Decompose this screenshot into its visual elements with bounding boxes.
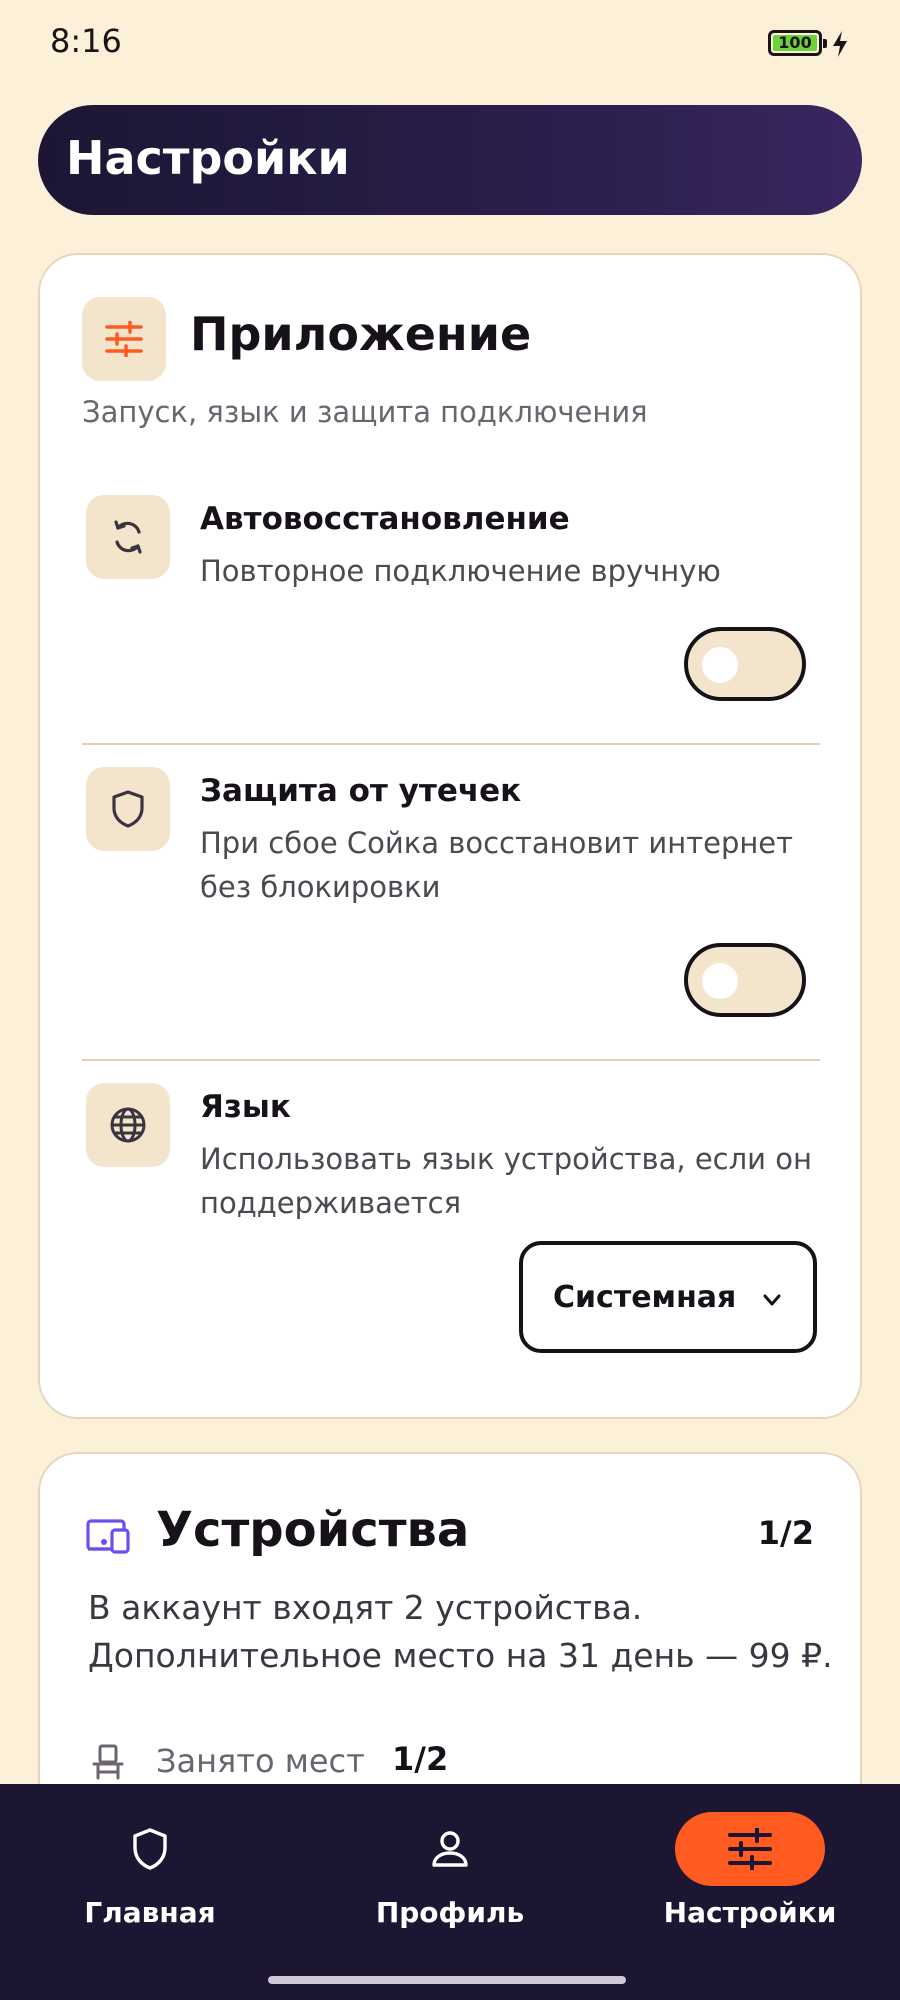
divider	[82, 1059, 820, 1061]
nav-item-settings[interactable]: Настройки	[600, 1784, 900, 1964]
auto-reconnect-toggle[interactable]	[684, 627, 806, 701]
auto-reconnect-description: Повторное подключение вручную	[200, 554, 721, 588]
sliders-icon	[82, 297, 166, 381]
chevron-down-icon	[763, 1294, 781, 1306]
person-icon	[375, 1812, 525, 1886]
bottom-nav: Главная Профиль Настройки	[0, 1784, 900, 2000]
page-title: Настройки	[66, 131, 350, 185]
nav-item-home[interactable]: Главная	[0, 1784, 300, 1964]
nav-item-profile[interactable]: Профиль	[300, 1784, 600, 1964]
shield-icon	[86, 767, 170, 851]
charging-icon	[833, 31, 847, 57]
status-time: 8:16	[50, 22, 122, 60]
nav-label-settings: Настройки	[663, 1896, 837, 1929]
slots-label: Занято мест	[156, 1742, 365, 1780]
language-title: Язык	[200, 1089, 291, 1125]
shield-icon	[75, 1812, 225, 1886]
slots-value: 1/2	[392, 1740, 449, 1778]
home-indicator[interactable]	[268, 1976, 626, 1984]
language-select-value: Системная	[553, 1280, 737, 1315]
devices-count: 1/2	[757, 1514, 814, 1552]
devices-title: Устройства	[156, 1502, 470, 1558]
leak-protection-title: Защита от утечек	[200, 773, 522, 809]
language-description: Использовать язык устройства, если он по…	[200, 1142, 812, 1220]
toggle-knob	[702, 963, 738, 999]
section-subtitle: Запуск, язык и защита подключения	[82, 395, 648, 429]
toggle-knob	[702, 647, 738, 683]
devices-icon	[86, 1519, 130, 1554]
globe-icon	[86, 1083, 170, 1167]
refresh-icon	[86, 495, 170, 579]
battery-icon: 100	[768, 30, 827, 56]
nav-label-profile: Профиль	[375, 1896, 525, 1929]
leak-protection-description: При сбое Сойка восстановит интернет без …	[200, 826, 794, 904]
page-header: Настройки	[38, 105, 862, 215]
battery-level: 100	[773, 35, 817, 51]
app-settings-card: Приложение Запуск, язык и защита подключ…	[38, 253, 862, 1419]
language-select[interactable]: Системная	[519, 1241, 817, 1353]
devices-description: В аккаунт входят 2 устройства. Дополните…	[88, 1588, 833, 1675]
sliders-icon	[675, 1812, 825, 1886]
nav-label-home: Главная	[84, 1896, 216, 1929]
divider	[82, 743, 820, 745]
status-bar: 8:16 100	[0, 0, 900, 90]
leak-protection-toggle[interactable]	[684, 943, 806, 1017]
auto-reconnect-title: Автовосстановление	[200, 501, 570, 537]
section-title: Приложение	[190, 307, 532, 361]
seat-icon	[92, 1744, 124, 1780]
